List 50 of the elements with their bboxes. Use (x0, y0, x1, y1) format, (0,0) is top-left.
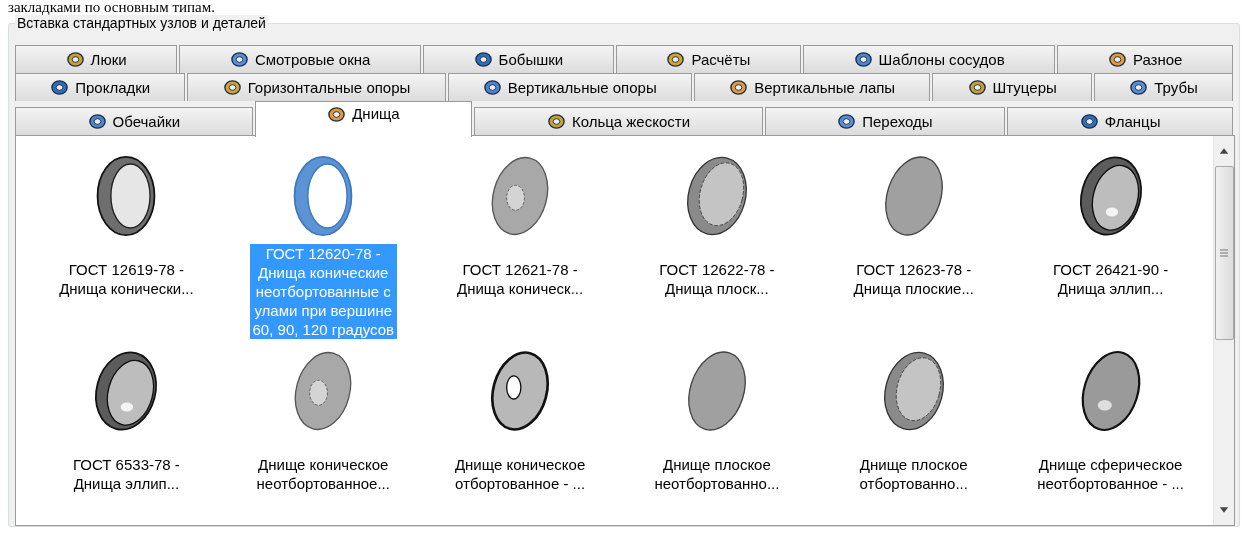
list-item[interactable]: Днище коническое отбортованное - ... (421, 337, 619, 532)
part-icon (1079, 112, 1099, 131)
list-item[interactable]: ГОСТ 26421-90 - Днища эллип... (1012, 142, 1209, 337)
part-icon (50, 78, 70, 97)
list-item[interactable]: Днище сферическое неотбортованное - ... (1012, 337, 1209, 532)
part-icon (837, 112, 857, 131)
part-icon (666, 50, 686, 69)
part-icon (967, 78, 987, 97)
part-icon (65, 50, 85, 69)
list-item[interactable]: Днище коническое неотбортованное... (224, 337, 422, 532)
part-icon (482, 78, 502, 97)
list-item[interactable]: ГОСТ 12619-78 - Днища конически... (28, 142, 225, 337)
list-item[interactable]: ГОСТ 12622-78 - Днища плоск... (618, 142, 816, 337)
scroll-thumb[interactable] (1214, 166, 1234, 340)
tab[interactable]: Штуцеры (932, 73, 1092, 101)
tab[interactable]: Шаблоны сосудов (803, 45, 1056, 73)
caption-text: закладками по основным типам. (7, 0, 216, 15)
part-icon (473, 50, 493, 69)
tab[interactable]: Вертикальные лапы (693, 73, 931, 101)
part-icon (229, 50, 249, 69)
tab[interactable]: Разное (1057, 45, 1234, 73)
tab[interactable]: Смотровые окна (179, 45, 421, 73)
tab[interactable]: Обечайки (15, 107, 253, 135)
tab[interactable]: Фланцы (1007, 107, 1234, 135)
list-item[interactable]: ГОСТ 12621-78 - Днища коническ... (421, 142, 619, 337)
list-item[interactable]: Днище плоское отбортованно... (815, 337, 1013, 532)
scrollbar[interactable] (1213, 136, 1234, 525)
tab[interactable]: Горизонтальные опоры (187, 73, 446, 101)
tab[interactable]: Трубы (1094, 73, 1233, 101)
part-icon (729, 78, 749, 97)
tab[interactable]: Люки (15, 45, 178, 73)
group-title: Вставка стандартных узлов и деталей (15, 15, 268, 31)
list-item[interactable]: ГОСТ 12623-78 - Днища плоские... (815, 142, 1013, 337)
part-icon (853, 50, 873, 69)
list-item[interactable]: Днище плоское неотбортованно... (618, 337, 816, 532)
part-icon (327, 105, 347, 124)
part-icon (1129, 78, 1149, 97)
tab[interactable]: Днища (254, 101, 473, 137)
part-icon (222, 78, 242, 97)
tab[interactable]: Кольца жескости (474, 107, 763, 135)
tab[interactable]: Прокладки (15, 73, 186, 101)
tab[interactable]: Вертикальные опоры (447, 73, 692, 101)
grip-icon (1219, 249, 1229, 257)
tab[interactable]: Расчёты (615, 45, 801, 73)
list-item[interactable]: ГОСТ 6533-78 - Днища эллип... (28, 337, 225, 532)
part-icon (87, 112, 107, 131)
tab[interactable]: Переходы (764, 107, 1006, 135)
part-icon (546, 112, 566, 131)
tab[interactable]: Бобышки (423, 45, 614, 73)
part-icon (1107, 50, 1127, 69)
